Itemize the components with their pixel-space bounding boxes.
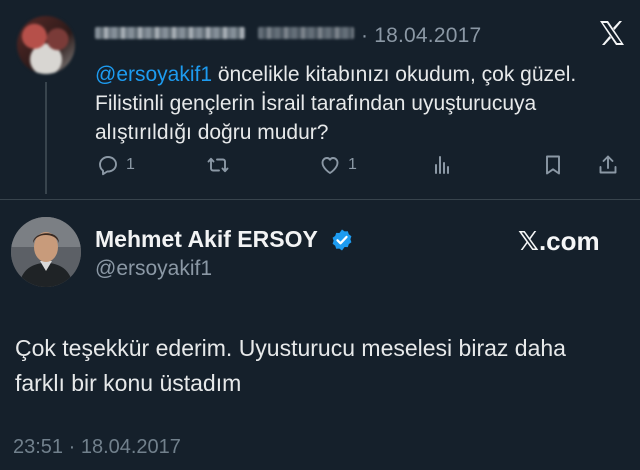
main-tweet-timestamp[interactable]: 23:51 · 18.04.2017 bbox=[13, 436, 181, 459]
author-avatar[interactable] bbox=[11, 217, 81, 287]
author-name[interactable]: Mehmet Akif ERSOY bbox=[95, 226, 318, 253]
reply-tweet-text: @ersoyakif1 öncelikle kitabınızı okudum,… bbox=[95, 60, 615, 147]
bookmark-icon bbox=[546, 155, 560, 175]
reply-count: 1 bbox=[126, 156, 135, 173]
main-tweet-text: Çok teşekkür ederim. Uyusturucu meselesi… bbox=[15, 335, 566, 396]
reply-author-name-redacted bbox=[95, 27, 245, 39]
reply-mention-link[interactable]: @ersoyakif1 bbox=[95, 63, 212, 86]
views-icon bbox=[435, 156, 449, 174]
share-icon bbox=[599, 155, 617, 174]
like-icon bbox=[321, 157, 339, 174]
close-x-icon[interactable] bbox=[597, 18, 627, 48]
x-com-brand: 𝕏.com bbox=[518, 226, 600, 256]
retweet-button[interactable] bbox=[206, 153, 230, 177]
reply-button[interactable]: 1 bbox=[96, 153, 135, 177]
views-button[interactable] bbox=[430, 153, 454, 177]
reply-author-avatar[interactable] bbox=[17, 16, 75, 74]
author-handle[interactable]: @ersoyakif1 bbox=[95, 257, 212, 281]
like-count: 1 bbox=[348, 156, 357, 173]
verified-badge-icon bbox=[330, 228, 354, 252]
retweet-icon bbox=[207, 157, 229, 173]
reply-author-handle-redacted bbox=[258, 27, 354, 39]
like-button[interactable]: 1 bbox=[318, 153, 357, 177]
tweet-divider bbox=[0, 199, 640, 200]
bookmark-button[interactable] bbox=[541, 153, 565, 177]
reply-action-bar: 1 1 bbox=[0, 153, 640, 181]
reply-date: · 18.04.2017 bbox=[361, 24, 482, 47]
reply-icon bbox=[99, 156, 117, 176]
share-button[interactable] bbox=[596, 153, 620, 177]
